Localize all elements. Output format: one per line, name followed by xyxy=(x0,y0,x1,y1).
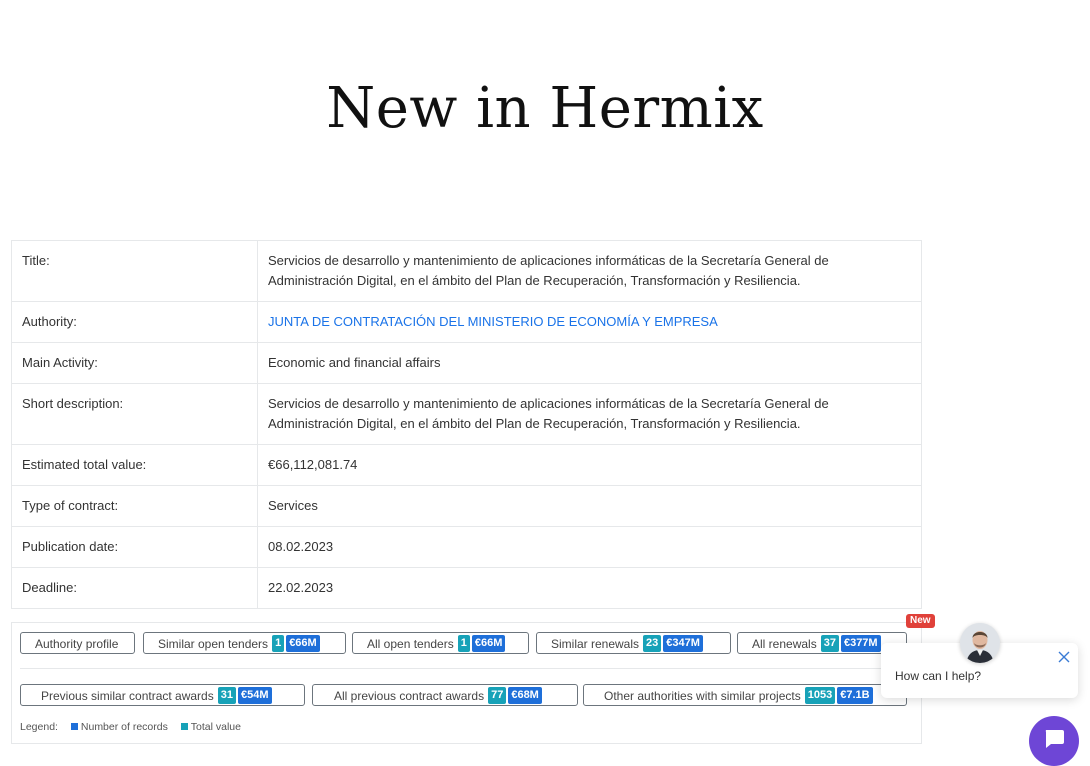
authority-profile-button[interactable]: Authority profile xyxy=(20,632,135,654)
row-value-publication-date: 08.02.2023 xyxy=(257,526,922,568)
button-label: Similar open tenders xyxy=(158,637,269,651)
record-count-badge: 1 xyxy=(272,635,285,653)
button-label: All previous contract awards xyxy=(334,689,485,703)
row-label-deadline: Deadline: xyxy=(11,567,258,609)
button-label: Authority profile xyxy=(35,637,119,651)
row-value-short-description: Servicios de desarrollo y mantenimiento … xyxy=(257,383,922,445)
row-label-main-activity: Main Activity: xyxy=(11,342,258,384)
row-label-contract-type: Type of contract: xyxy=(11,485,258,527)
button-label: All renewals xyxy=(752,637,817,651)
table-row: Short description: Servicios de desarrol… xyxy=(11,383,922,445)
record-count-badge: 1053 xyxy=(804,687,836,705)
total-value-badge: €7.1B xyxy=(837,687,873,705)
legend-label-total: Total value xyxy=(190,721,241,733)
row-value-estimated-value: €66,112,081.74 xyxy=(257,444,922,486)
legend-label-records: Number of records xyxy=(80,721,168,733)
table-row: Estimated total value: €66,112,081.74 xyxy=(11,444,922,486)
total-value-badge: €377M xyxy=(840,635,881,653)
all-previous-awards-button[interactable]: All previous contract awards 77 €68M xyxy=(312,684,578,706)
similar-renewals-button[interactable]: Similar renewals 23 €347M xyxy=(536,632,731,654)
legend-swatch-total xyxy=(180,723,188,730)
table-row: Publication date: 08.02.2023 xyxy=(11,526,922,568)
chat-launcher-button[interactable] xyxy=(1029,716,1079,766)
row-value-title: Servicios de desarrollo y mantenimiento … xyxy=(257,240,922,302)
record-count-badge: 31 xyxy=(217,687,236,705)
total-value-badge: €54M xyxy=(237,687,272,705)
row-label-estimated-value: Estimated total value: xyxy=(11,444,258,486)
total-value-badge: €66M xyxy=(286,635,320,653)
total-value-badge: €66M xyxy=(471,635,506,653)
tender-details-table: Title: Servicios de desarrollo y manteni… xyxy=(11,240,922,609)
record-count-badge: 77 xyxy=(488,687,507,705)
avatar xyxy=(960,623,1000,663)
row-label-short-description: Short description: xyxy=(11,383,258,445)
row-value-deadline: 22.02.2023 xyxy=(257,567,922,609)
all-open-tenders-button[interactable]: All open tenders 1 €66M xyxy=(352,632,529,654)
record-count-badge: 37 xyxy=(820,635,839,653)
row-label-publication-date: Publication date: xyxy=(11,526,258,568)
row-label-title: Title: xyxy=(11,240,258,302)
divider xyxy=(20,668,913,669)
table-row: Title: Servicios de desarrollo y manteni… xyxy=(11,240,922,302)
new-badge: New xyxy=(906,614,935,628)
chat-prompt: How can I help? xyxy=(895,669,982,683)
record-count-badge: 1 xyxy=(457,635,470,653)
record-count-badge: 23 xyxy=(643,635,662,653)
other-authorities-button[interactable]: Other authorities with similar projects 1… xyxy=(583,684,907,706)
page-title: New in Hermix xyxy=(326,76,764,141)
total-value-badge: €68M xyxy=(508,687,542,705)
legend-swatch-records xyxy=(70,723,78,730)
similar-open-tenders-button[interactable]: Similar open tenders 1 €66M xyxy=(143,632,346,654)
table-row: Main Activity: Economic and financial af… xyxy=(11,342,922,384)
legend-title: Legend: xyxy=(20,721,58,733)
row-value-contract-type: Services xyxy=(257,485,922,527)
total-value-badge: €347M xyxy=(663,635,703,653)
related-links-panel: Authority profile Similar open tenders 1 €… xyxy=(11,622,922,744)
previous-similar-awards-button[interactable]: Previous similar contract awards 31 €54M xyxy=(20,684,305,706)
button-label: Previous similar contract awards xyxy=(41,689,214,703)
button-label: Other authorities with similar projects xyxy=(604,689,801,703)
legend: Legend: Number of records Total value xyxy=(20,721,241,733)
chat-bubble-icon xyxy=(1045,730,1064,748)
button-label: All open tenders xyxy=(367,637,454,651)
authority-link[interactable]: JUNTA DE CONTRATACIÓN DEL MINISTERIO DE … xyxy=(268,314,718,329)
table-row: Type of contract: Services xyxy=(11,485,922,527)
table-row: Authority: JUNTA DE CONTRATACIÓN DEL MIN… xyxy=(11,301,922,343)
row-label-authority: Authority: xyxy=(11,301,258,343)
button-label: Similar renewals xyxy=(551,637,640,651)
row-value-main-activity: Economic and financial affairs xyxy=(257,342,922,384)
table-row: Deadline: 22.02.2023 xyxy=(11,567,922,609)
close-icon[interactable] xyxy=(1058,651,1070,663)
